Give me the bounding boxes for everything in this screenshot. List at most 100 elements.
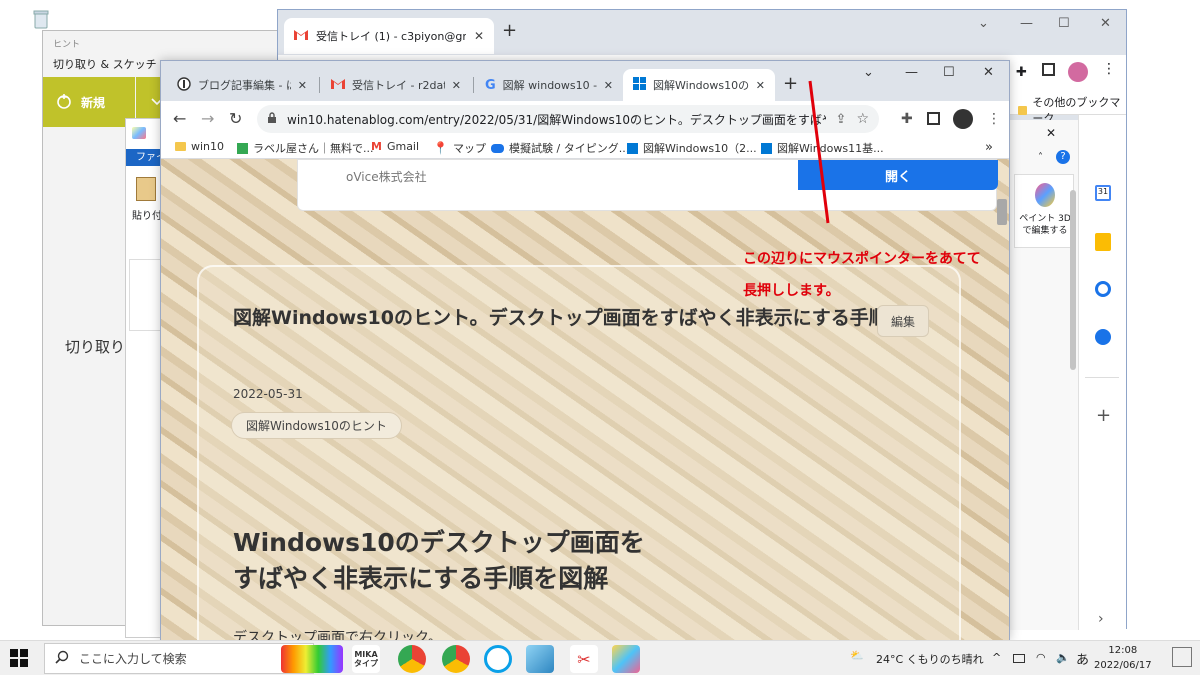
google-side-panel: 31 + › [1078, 115, 1126, 630]
folder-icon [175, 142, 186, 151]
network-adapter-icon[interactable] [1013, 654, 1025, 663]
article-heading: Windows10のデスクトップ画面を すばやく非表示にする手順を図解 [233, 525, 645, 597]
taskbar-search-box[interactable]: ここに入力して検索 [44, 643, 314, 674]
profile-avatar[interactable] [1068, 62, 1088, 82]
chrome-icon[interactable] [398, 645, 426, 673]
scrollbar[interactable] [997, 199, 1007, 225]
post-title[interactable]: 図解Windows10のヒント。デスクトップ画面をすばやく非表示にする手順。 [233, 303, 933, 333]
bookmark-star-icon[interactable]: ☆ [856, 111, 869, 127]
calendar-icon[interactable]: 31 [1095, 185, 1111, 201]
new-snip-icon [55, 92, 73, 113]
alexa-icon[interactable] [484, 645, 512, 673]
bookmarks-more-button[interactable]: » [985, 140, 993, 155]
paint3d-icon [1035, 183, 1055, 207]
bookmark-typing[interactable]: 模擬試験 / タイピング... [491, 140, 629, 156]
snip-new-button[interactable]: 新規 [43, 77, 135, 127]
search-placeholder: ここに入力して検索 [79, 652, 187, 666]
url-text[interactable]: win10.hatenablog.com/entry/2022/05/31/図解… [287, 111, 826, 128]
start-button[interactable] [10, 649, 28, 667]
label-app-icon [237, 142, 248, 154]
bookmark-label-ya[interactable]: ラベル屋さん｜無料で... [237, 140, 374, 156]
bookmark-label: ラベル屋さん｜無料で... [253, 142, 374, 155]
maximize-icon[interactable]: ☐ [943, 65, 955, 80]
close-icon[interactable]: ✕ [452, 79, 461, 92]
paint-window: ファイル 貼り付 [125, 118, 166, 638]
extensions-icon[interactable]: ✚ [901, 111, 913, 127]
sidepanel-icon[interactable] [1042, 63, 1055, 76]
close-icon[interactable]: ✕ [604, 79, 613, 92]
close-window-icon[interactable]: ✕ [1100, 16, 1111, 31]
snip-window-title: 切り取り & スケッチ [53, 58, 157, 71]
tab-active-article[interactable]: 図解Windows10のヒ ✕ [623, 69, 775, 101]
weather-text[interactable]: 24°C くもりのち晴れ [876, 651, 984, 667]
help-icon[interactable]: ? [1056, 150, 1070, 164]
menu-icon[interactable]: ⋮ [1102, 61, 1116, 77]
wifi-icon[interactable]: ◠ [1036, 651, 1046, 664]
volume-icon[interactable]: 🔈 [1056, 651, 1070, 664]
paint-canvas [129, 259, 163, 331]
menu-icon[interactable]: ⋮ [987, 111, 1001, 127]
bookmark-win10[interactable]: win10 [175, 140, 224, 153]
forward-arrow-icon[interactable]: → [201, 109, 214, 128]
browser-toolbar: ← → ↻ win10.hatenablog.com/entry/2022/05… [161, 101, 1009, 137]
sidepanel-icon[interactable] [927, 112, 940, 125]
scrollbar[interactable] [1070, 190, 1076, 370]
tab-search-icon[interactable]: ⌄ [863, 65, 874, 80]
gmail-tab-strip: 受信トレイ (1) - c3piyon@gmail.co ✕ + ⌄ — ☐ ✕ [278, 10, 1126, 55]
chevron-right-icon[interactable]: › [1098, 611, 1104, 627]
tab-blog-edit[interactable]: ブログ記事編集 - はて ✕ [167, 69, 317, 101]
tab-search-icon[interactable]: ⌄ [978, 16, 989, 31]
close-icon[interactable]: ✕ [298, 79, 307, 92]
ad-banner: oVice株式会社 開く [297, 159, 998, 211]
recycle-bin-icon[interactable] [30, 8, 52, 30]
folder-icon [1018, 105, 1028, 115]
ime-indicator[interactable]: あ [1076, 649, 1089, 668]
notification-icon[interactable] [1172, 647, 1192, 667]
contacts-icon[interactable] [1095, 329, 1111, 345]
bookmarks-bar: win10 ラベル屋さん｜無料で... M Gmail 📍 マップ 模擬試験 / タ… [161, 137, 1009, 159]
taskbar: ここに入力して検索 MIKA タイプ ✂ ⛅ 24°C くもりのち晴れ ^ ◠ … [0, 640, 1200, 675]
chrome-profile-icon[interactable] [442, 645, 470, 673]
main-browser-window: ブログ記事編集 - はて ✕ 受信トレイ - r2date12 ✕ G 図解 w… [160, 60, 1010, 641]
close-window-icon[interactable]: ✕ [983, 65, 994, 80]
snip-tool-icon[interactable]: ✂ [570, 645, 598, 673]
reload-icon[interactable]: ↻ [229, 109, 242, 128]
page-content: oVice株式会社 開く 図解Windows10のヒント。デスクトップ画面をすば… [161, 159, 1009, 641]
new-tab-icon[interactable]: + [783, 73, 798, 94]
add-addon-icon[interactable]: + [1096, 405, 1111, 426]
weather-icon[interactable]: ⛅ [850, 649, 864, 662]
bookmark-maps[interactable]: 📍 マップ [433, 140, 486, 156]
close-icon[interactable]: ✕ [474, 29, 484, 43]
back-arrow-icon[interactable]: ← [173, 109, 186, 128]
new-tab-icon[interactable]: + [502, 20, 517, 41]
close-icon[interactable]: ✕ [756, 79, 765, 92]
paste-label[interactable]: 貼り付 [132, 207, 162, 222]
paint3d-button[interactable]: ペイント 3D で編集する [1014, 174, 1074, 248]
mika-typing-icon[interactable]: MIKA タイプ [352, 645, 380, 673]
gmail-tab[interactable]: 受信トレイ (1) - c3piyon@gmail.co ✕ [284, 18, 494, 54]
tab-google-search[interactable]: G 図解 windows10 - G ✕ [475, 69, 623, 101]
bookmark-gmail[interactable]: M Gmail [371, 140, 419, 153]
address-bar[interactable]: win10.hatenablog.com/entry/2022/05/31/図解… [257, 105, 879, 133]
close-icon[interactable]: ✕ [1046, 126, 1056, 140]
maximize-icon[interactable]: ☐ [1058, 16, 1070, 31]
bookmark-win10-guide[interactable]: 図解Windows10（2... [627, 140, 757, 156]
tasks-icon[interactable] [1095, 281, 1111, 297]
tab-gmail[interactable]: 受信トレイ - r2date12 ✕ [321, 69, 471, 101]
profile-avatar[interactable] [953, 109, 973, 129]
windows-icon [633, 77, 646, 93]
category-tag[interactable]: 図解Windows10のヒント [231, 412, 402, 439]
edit-button[interactable]: 編集 [877, 305, 929, 337]
paint-icon[interactable] [612, 645, 640, 673]
typing-icon [491, 143, 504, 153]
extensions-icon[interactable]: ✚ [1016, 65, 1027, 80]
annotation-arrow [808, 80, 830, 224]
rainbow-app-icon[interactable] [281, 645, 343, 673]
caret-icon: ˄ [1038, 152, 1043, 163]
minimize-icon[interactable]: — [1020, 16, 1033, 31]
chevron-up-icon[interactable]: ^ [992, 651, 1001, 664]
minimize-icon[interactable]: — [905, 65, 918, 80]
notes-app-icon[interactable] [526, 645, 554, 673]
keep-icon[interactable] [1095, 233, 1111, 251]
clock[interactable]: 12:08 2022/06/17 [1094, 643, 1152, 673]
